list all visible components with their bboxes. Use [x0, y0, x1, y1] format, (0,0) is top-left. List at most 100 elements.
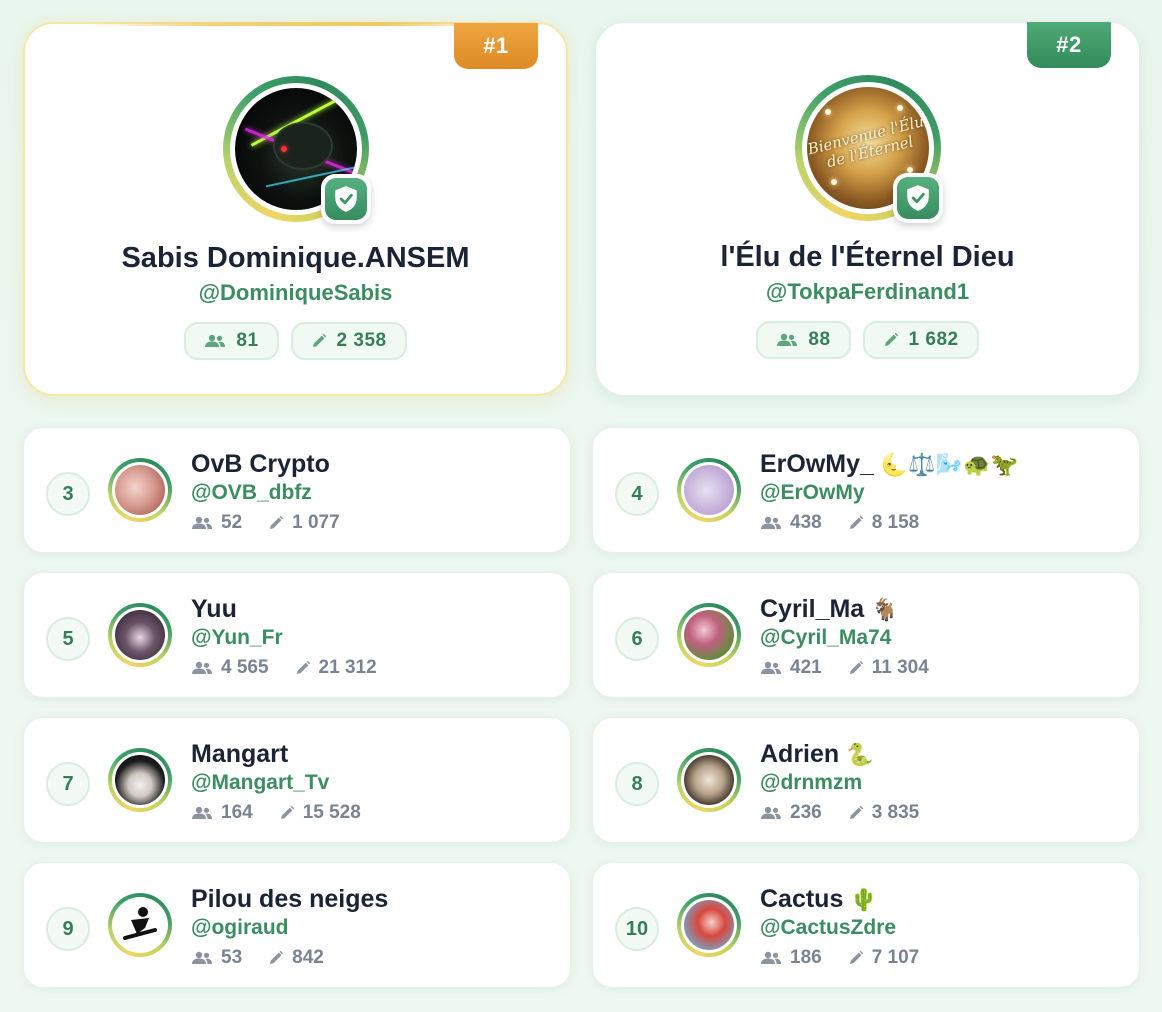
posts-count: 1 682	[908, 329, 959, 350]
rank-number: 3	[46, 472, 90, 516]
rank-number: 10	[615, 907, 659, 951]
pencil-icon	[312, 333, 326, 347]
user-stats: 236 3 835	[760, 802, 919, 824]
avatar[interactable]	[108, 748, 172, 812]
posts-count: 3 835	[871, 802, 920, 823]
posts-count: 1 077	[292, 512, 340, 533]
avatar[interactable]	[108, 603, 172, 667]
people-icon	[761, 951, 781, 964]
leaderboard-row-8[interactable]: 8 Adrien 🐍 @drnmzm 236 3 835	[592, 717, 1140, 843]
followers-count: 81	[236, 330, 259, 351]
user-stats: 164 15 528	[191, 802, 361, 824]
followers-count: 164	[221, 802, 253, 823]
profile-photo	[684, 755, 734, 805]
leaderboard-row-6[interactable]: 6 Cyril_Ma 🐐 @Cyril_Ma74 421 11 304	[592, 572, 1140, 698]
podium-handle[interactable]: @TokpaFerdinand1	[596, 279, 1139, 305]
user-handle[interactable]: @drnmzm	[760, 771, 862, 795]
podium-name[interactable]: l'Élu de l'Éternel Dieu	[596, 241, 1139, 274]
rank-number: 9	[46, 907, 90, 951]
user-handle[interactable]: @CactusZdre	[760, 916, 896, 940]
user-name[interactable]: ErOwMy_ 🌜⚖️🌬️🐢🦖	[760, 450, 1018, 479]
avatar[interactable]	[677, 893, 741, 957]
profile-photo	[115, 900, 165, 950]
user-stats: 421 11 304	[760, 657, 929, 679]
user-name[interactable]: Cactus 🌵	[760, 885, 878, 914]
podium-name[interactable]: Sabis Dominique.ANSEM	[25, 242, 566, 275]
pencil-icon	[849, 515, 863, 529]
posts-count: 21 312	[318, 657, 377, 678]
leaderboard-row-10[interactable]: 10 Cactus 🌵 @CactusZdre 186 7 107	[592, 862, 1140, 988]
avatar[interactable]	[677, 458, 741, 522]
avatar-1[interactable]	[222, 76, 371, 224]
posts-pill: 2 358	[290, 322, 407, 360]
user-name[interactable]: OvB Crypto	[191, 450, 330, 479]
rank-badge-2: #2	[1027, 22, 1111, 68]
rank-badge-1: #1	[454, 23, 538, 69]
avatar[interactable]	[677, 748, 741, 812]
rank-number: 5	[46, 617, 90, 661]
posts-count: 2 358	[336, 330, 387, 351]
leaderboard-row-7[interactable]: 7 Mangart @Mangart_Tv 164 15 528	[23, 717, 571, 843]
followers-count: 186	[790, 947, 822, 968]
posts-pill: 1 682	[862, 321, 979, 359]
profile-photo	[684, 465, 734, 515]
user-stats: 52 1 077	[191, 512, 340, 534]
followers-count: 52	[221, 512, 243, 533]
user-name[interactable]: Cyril_Ma 🐐	[760, 595, 899, 624]
user-handle[interactable]: @Cyril_Ma74	[760, 626, 891, 650]
posts-count: 7 107	[871, 947, 920, 968]
name-emoji: 🌜⚖️🌬️🐢🦖	[880, 452, 1018, 477]
avatar-2[interactable]: Bienvenue l'Élu de l'Éternel	[794, 75, 943, 223]
user-handle[interactable]: @ogiraud	[191, 916, 288, 940]
user-stats: 186 7 107	[760, 947, 919, 969]
podium-handle[interactable]: @DominiqueSabis	[25, 280, 566, 306]
people-icon	[761, 806, 781, 819]
posts-count: 8 158	[871, 512, 920, 533]
profile-photo	[684, 610, 734, 660]
people-icon	[192, 951, 212, 964]
leaderboard-row-3[interactable]: 3 OvB Crypto @OVB_dbfz 52 1 077	[23, 427, 571, 553]
avatar[interactable]	[677, 603, 741, 667]
profile-photo	[115, 755, 165, 805]
people-icon	[192, 516, 212, 529]
pencil-icon	[849, 950, 863, 964]
followers-count: 438	[790, 512, 822, 533]
pencil-icon	[280, 805, 294, 819]
leaderboard-row-9[interactable]: 9 Pilou des neiges @ogiraud 53 842	[23, 862, 571, 988]
user-stats: 438 8 158	[760, 512, 919, 534]
user-name[interactable]: Pilou des neiges	[191, 885, 388, 914]
people-icon	[761, 661, 781, 674]
people-icon	[192, 806, 212, 819]
followers-count: 88	[808, 329, 831, 350]
user-handle[interactable]: @ErOwMy	[760, 481, 865, 505]
leaderboard-row-5[interactable]: 5 Yuu @Yun_Fr 4 565 21 312	[23, 572, 571, 698]
rank-number: 7	[46, 762, 90, 806]
posts-count: 11 304	[871, 657, 929, 678]
podium-card-1[interactable]: #1 Sabis Dominique.ANSEM @DominiqueSabis…	[23, 22, 568, 396]
people-icon	[192, 661, 212, 674]
name-emoji: 🐍	[846, 742, 874, 767]
avatar[interactable]	[108, 458, 172, 522]
avatar-script-text: Bienvenue l'Élu de l'Éternel	[806, 112, 926, 172]
user-stats: 53 842	[191, 947, 324, 969]
followers-pill: 88	[756, 321, 851, 359]
user-name[interactable]: Mangart	[191, 740, 288, 769]
pencil-icon	[296, 660, 310, 674]
podium-card-2[interactable]: #2 Bienvenue l'Élu de l'Éternel l'Élu de…	[595, 22, 1140, 396]
leaderboard-row-4[interactable]: 4 ErOwMy_ 🌜⚖️🌬️🐢🦖 @ErOwMy 438 8 158	[592, 427, 1140, 553]
gold-highlight-line	[85, 22, 506, 26]
avatar[interactable]	[108, 893, 172, 957]
user-handle[interactable]: @Mangart_Tv	[191, 771, 329, 795]
pencil-icon	[849, 660, 863, 674]
user-name[interactable]: Adrien 🐍	[760, 740, 874, 769]
podium-stats: 81 2 358	[25, 322, 566, 360]
user-name[interactable]: Yuu	[191, 595, 237, 624]
people-icon	[777, 333, 798, 346]
shield-check-icon	[906, 185, 929, 211]
followers-count: 421	[790, 657, 822, 678]
profile-photo	[684, 900, 734, 950]
people-icon	[205, 334, 226, 347]
user-handle[interactable]: @Yun_Fr	[191, 626, 283, 650]
shield-check-icon	[334, 186, 357, 212]
user-handle[interactable]: @OVB_dbfz	[191, 481, 312, 505]
